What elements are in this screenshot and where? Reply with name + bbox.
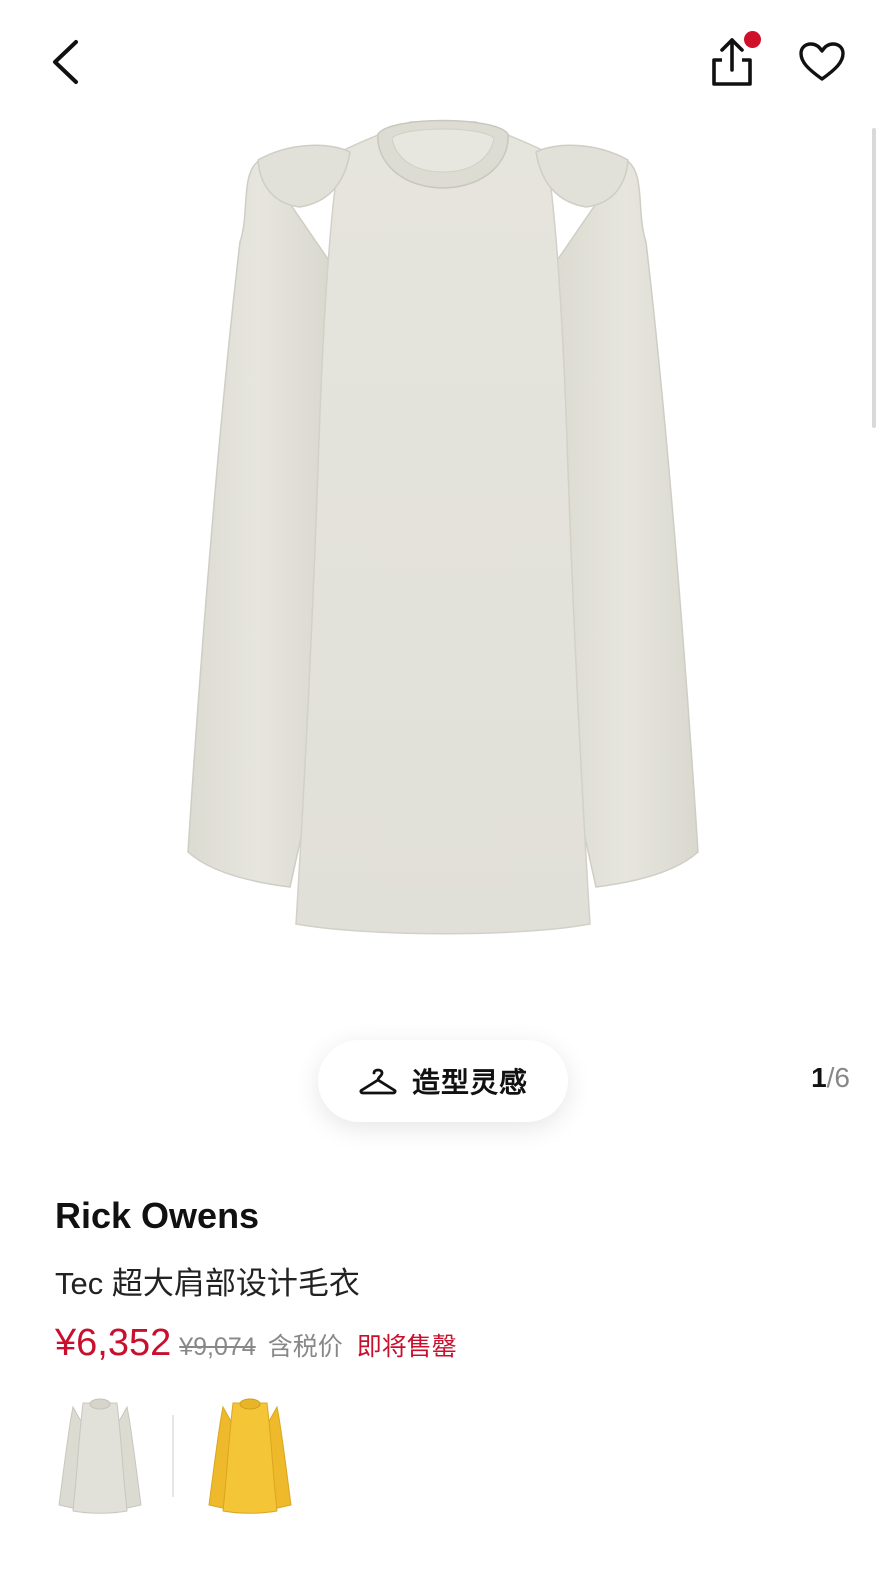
heart-icon: [799, 42, 845, 81]
pager-total: 6: [834, 1062, 850, 1093]
product-photo: [187, 119, 699, 935]
original-price: ¥9,074: [179, 1333, 256, 1361]
scrollbar[interactable]: [872, 128, 876, 428]
variant-swatch-grey[interactable]: [55, 1395, 145, 1515]
product-title: Tec 超大肩部设计毛衣: [55, 1266, 360, 1301]
back-button[interactable]: [40, 34, 90, 90]
current-price: ¥6,352: [55, 1322, 172, 1364]
brand-name[interactable]: Rick Owens: [55, 1195, 259, 1237]
image-pager: 1/6: [770, 1062, 850, 1094]
chevron-left-icon: [53, 40, 78, 84]
favorite-button[interactable]: [792, 34, 852, 90]
swatch-divider: [172, 1415, 174, 1497]
styling-inspiration-button[interactable]: 造型灵感: [318, 1040, 568, 1122]
product-image[interactable]: [180, 112, 706, 942]
notification-dot: [744, 31, 761, 48]
variant-swatch-yellow[interactable]: [205, 1395, 295, 1515]
variant-thumbnail: [58, 1398, 142, 1514]
variant-thumbnail: [208, 1398, 292, 1514]
styling-inspiration-label: 造型灵感: [411, 1067, 528, 1098]
pager-current: 1: [811, 1062, 827, 1093]
stock-status: 即将售罄: [356, 1333, 457, 1361]
tax-note: 含税价: [267, 1333, 343, 1361]
share-button[interactable]: [700, 30, 764, 94]
price-row: ¥6,352 ¥9,074 含税价 即将售罄: [55, 1322, 457, 1365]
hanger-icon: [359, 1068, 397, 1095]
